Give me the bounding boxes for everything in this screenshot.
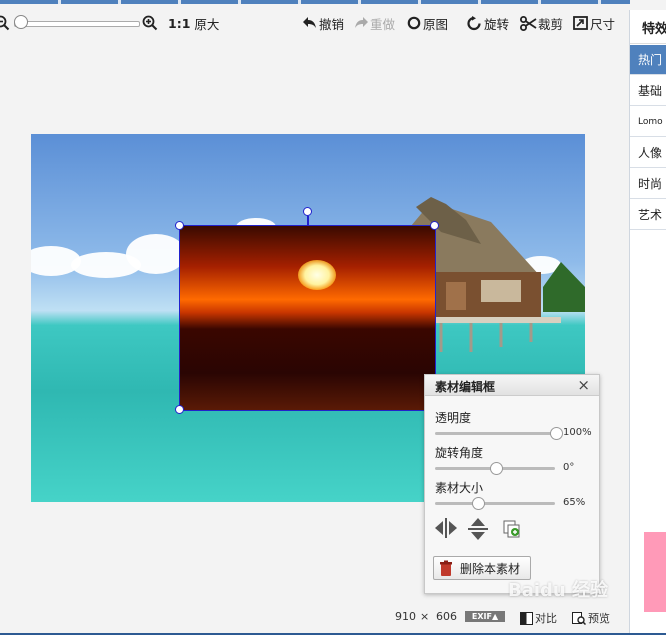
scissors-icon xyxy=(520,15,537,31)
preview-label: 预览 xyxy=(588,612,610,625)
close-icon[interactable]: × xyxy=(577,376,590,394)
zoom-slider-handle[interactable] xyxy=(14,15,28,29)
rotate-handle[interactable] xyxy=(303,207,312,216)
original-image-button[interactable]: 原图 xyxy=(407,12,448,34)
effects-panel: 特效 热门 基础 Lomo 人像 时尚 艺术 xyxy=(629,10,666,635)
panel-title: 素材编辑框 xyxy=(435,380,496,394)
size-slider-track[interactable] xyxy=(435,502,555,505)
original-size-label: 原大 xyxy=(194,16,220,32)
circle-icon xyxy=(407,16,421,30)
image-height: 606 xyxy=(436,610,457,623)
panel-header: 素材编辑框 × xyxy=(425,375,599,396)
crop-button[interactable]: 裁剪 xyxy=(520,12,563,34)
size-label: 尺寸 xyxy=(590,16,616,32)
rotate-button[interactable]: 旋转 xyxy=(466,12,509,34)
opacity-value: 100% xyxy=(563,427,592,438)
trash-icon xyxy=(440,560,452,576)
redo-button[interactable]: 重做 xyxy=(353,12,395,34)
preview-button[interactable]: 预览 xyxy=(572,610,610,626)
exif-button[interactable]: EXIF▲ xyxy=(465,611,505,622)
redo-label: 重做 xyxy=(370,16,396,32)
size-slider-handle[interactable] xyxy=(471,497,485,510)
effects-panel-header: 特效 xyxy=(630,10,666,44)
tab-basic[interactable]: 基础 xyxy=(630,76,666,106)
size-label: 素材大小 xyxy=(435,481,484,495)
delete-material-label: 删除本素材 xyxy=(460,561,521,576)
sunset-material[interactable] xyxy=(179,225,436,411)
resize-handle-top-right[interactable] xyxy=(430,221,439,230)
tab-art[interactable]: 艺术 xyxy=(630,200,666,230)
tab-hot[interactable]: 热门 xyxy=(630,45,666,75)
image-width: 910 xyxy=(395,610,416,623)
resize-icon xyxy=(573,16,588,30)
watermark: Baidu 经验 xyxy=(508,580,609,601)
copy-material-icon[interactable] xyxy=(503,520,521,538)
size-value: 65% xyxy=(563,497,586,508)
rotate-icon xyxy=(467,15,481,30)
top-strip xyxy=(0,0,630,4)
undo-label: 撤销 xyxy=(319,16,345,32)
undo-button[interactable]: 撤销 xyxy=(302,12,344,34)
undo-icon xyxy=(303,17,316,28)
dimension-separator: × xyxy=(420,610,430,623)
flip-horizontal-icon[interactable] xyxy=(433,517,459,539)
resize-handle-top-left[interactable] xyxy=(175,221,184,230)
original-image-label: 原图 xyxy=(423,16,449,32)
compare-button[interactable]: 对比 xyxy=(520,610,557,626)
flip-vertical-icon[interactable] xyxy=(467,517,489,541)
opacity-slider-track[interactable] xyxy=(435,432,555,435)
zoom-out-button[interactable] xyxy=(0,12,10,34)
zoom-out-icon xyxy=(0,15,10,31)
zoom-slider-track[interactable] xyxy=(14,21,140,27)
size-button[interactable]: 尺寸 xyxy=(573,12,615,34)
opacity-slider-handle[interactable] xyxy=(549,427,563,440)
tab-fashion[interactable]: 时尚 xyxy=(630,169,666,199)
material-editor-panel: 素材编辑框 × 透明度 100% 旋转角度 0° 素材大小 65% 删除本素材 xyxy=(424,374,600,594)
rotation-value: 0° xyxy=(563,462,575,473)
ratio-label: 1:1 xyxy=(168,15,191,31)
resize-handle-bottom-left[interactable] xyxy=(175,405,184,414)
compare-label: 对比 xyxy=(535,612,557,625)
redo-icon xyxy=(355,17,368,28)
rotation-slider-handle[interactable] xyxy=(489,462,503,475)
original-size-button[interactable]: 1:1 原大 xyxy=(168,12,219,34)
crop-label: 裁剪 xyxy=(538,16,564,32)
rotate-label: 旋转 xyxy=(484,16,510,32)
tab-lomo[interactable]: Lomo xyxy=(630,107,666,137)
tab-portrait[interactable]: 人像 xyxy=(630,138,666,168)
ad-thumbnail[interactable] xyxy=(644,532,666,612)
rotation-label: 旋转角度 xyxy=(435,446,484,460)
compare-icon xyxy=(520,611,533,625)
cloud xyxy=(126,234,186,274)
preview-icon xyxy=(572,611,586,625)
sun xyxy=(298,260,336,290)
zoom-in-icon xyxy=(142,15,158,31)
opacity-label: 透明度 xyxy=(435,411,472,425)
zoom-in-button[interactable] xyxy=(142,12,158,34)
